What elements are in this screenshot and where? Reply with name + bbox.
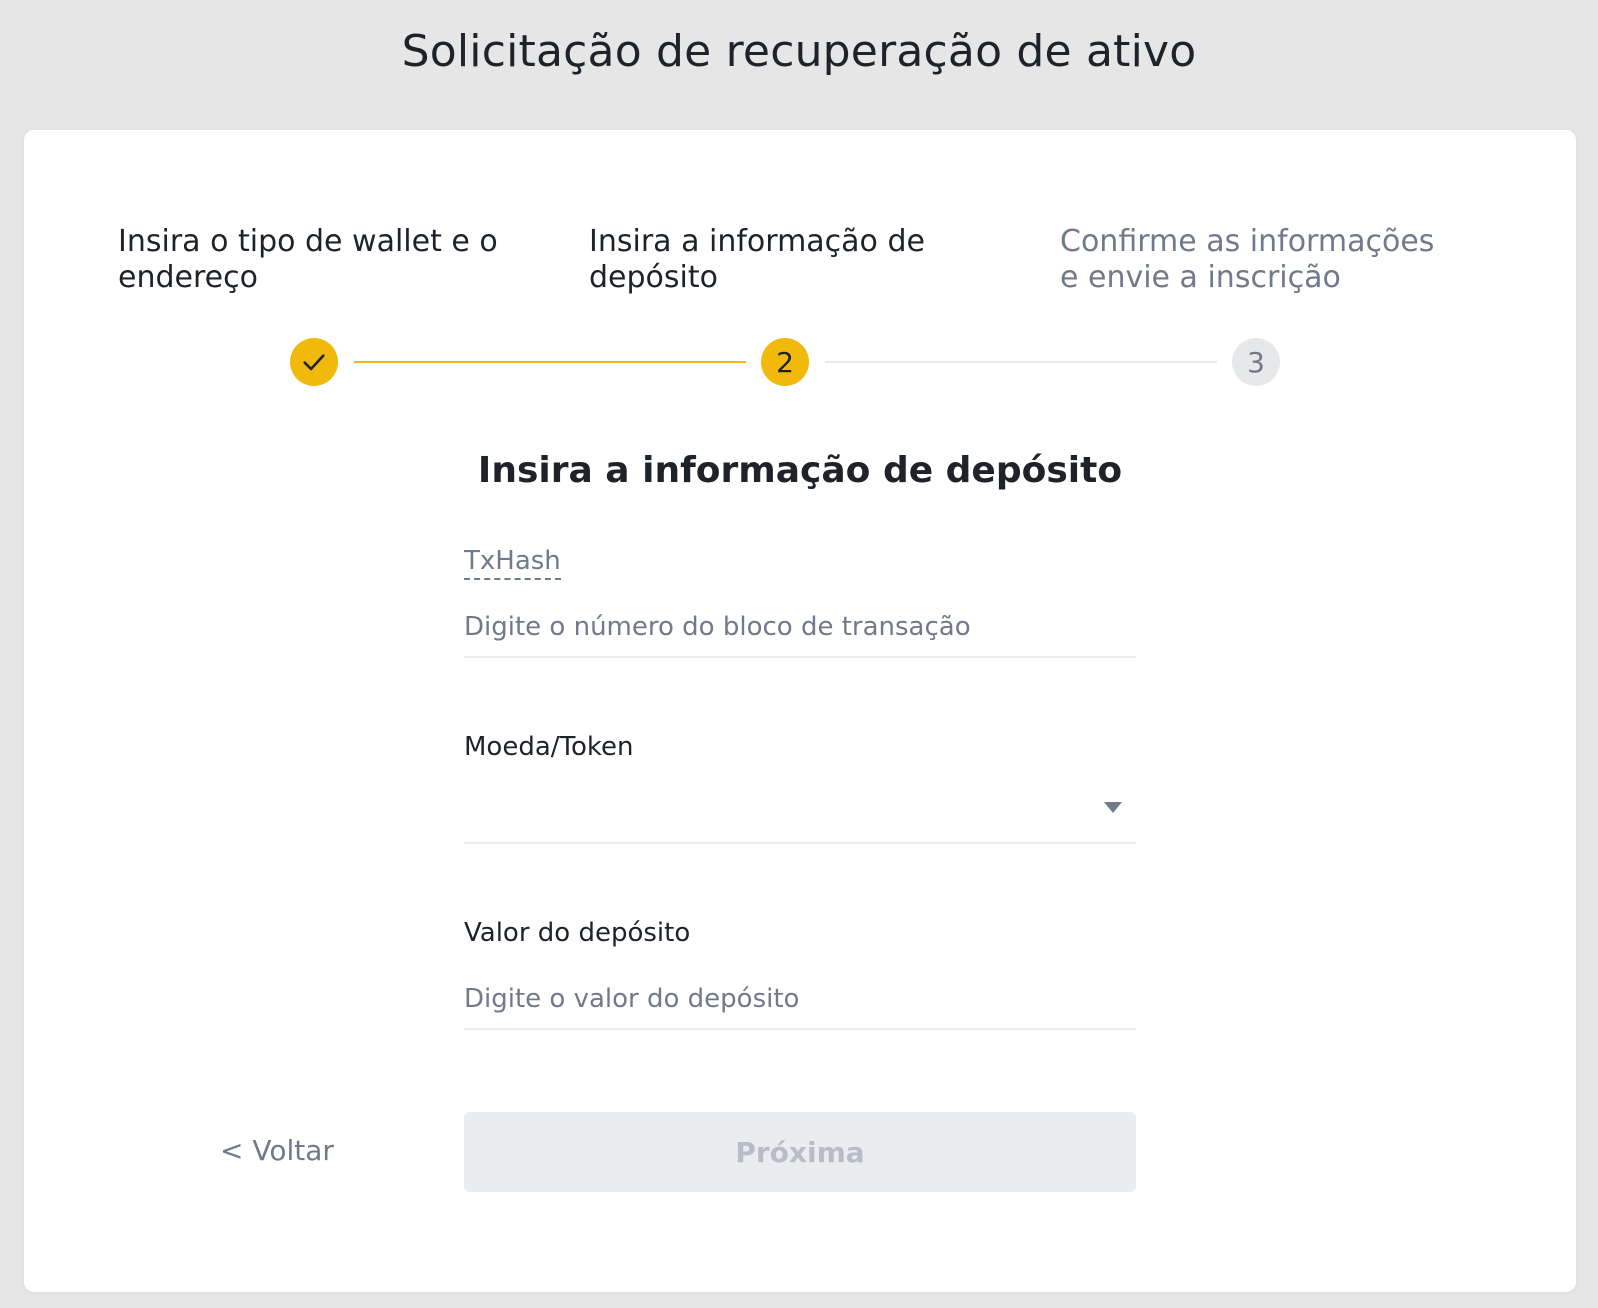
amount-input[interactable] — [464, 970, 1136, 1030]
next-button[interactable]: Próxima — [464, 1112, 1136, 1192]
step-3-marker: 3 — [1232, 338, 1280, 386]
recovery-card: Insira o tipo de wallet e o endereço Ins… — [24, 130, 1576, 1292]
txhash-label[interactable]: TxHash — [464, 546, 561, 580]
form-title: Insira a informação de depósito — [477, 450, 1123, 491]
step-2-marker: 2 — [761, 338, 809, 386]
back-link[interactable]: < Voltar — [220, 1134, 334, 1167]
step-1-label: Insira o tipo de wallet e o endereço — [118, 224, 498, 295]
page-title: Solicitação de recuperação de ativo — [401, 26, 1197, 77]
step-connector-2 — [825, 361, 1217, 363]
step-3-label: Confirme as informações e envie a inscri… — [1060, 224, 1435, 295]
step-connector-1 — [354, 361, 746, 363]
dropdown-caret-icon — [1104, 802, 1122, 813]
coin-label: Moeda/Token — [464, 732, 634, 762]
step-2-label: Insira a informação de depósito — [589, 224, 925, 295]
amount-label: Valor do depósito — [464, 918, 691, 948]
step-1-complete-marker — [290, 338, 338, 386]
checkmark-icon — [303, 354, 325, 371]
txhash-input[interactable] — [464, 598, 1136, 658]
coin-select[interactable] — [464, 784, 1136, 844]
